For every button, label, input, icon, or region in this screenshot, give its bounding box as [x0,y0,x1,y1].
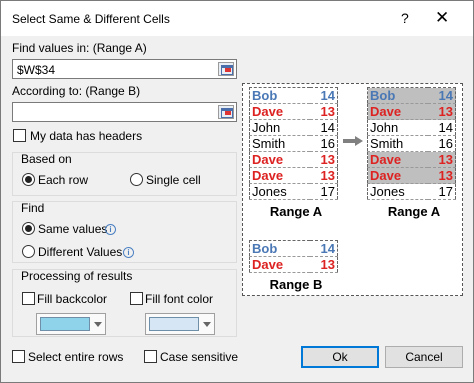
case-sensitive-checkbox[interactable] [144,350,157,363]
fill-fontcolor-checkbox[interactable] [130,292,143,305]
same-values-radio[interactable] [22,222,35,235]
number-cell: 13 [309,167,338,184]
name-cell: Smith [367,135,428,152]
range-b-caption: Range B [269,277,323,292]
based-on-title: Based on [21,152,72,166]
range-a-table: Bob 14 Dave 13 John 14 Smith 16 Dave 13 Dave 13 Jone… [249,87,338,200]
table-row: Dave 13 [367,167,456,184]
name-cell: Jones [367,183,428,200]
table-row: Jones 17 [249,183,338,200]
range-b-table: Bob 14 Dave 13 [249,240,338,273]
fill-backcolor-checkbox[interactable] [22,292,35,305]
different-values-radio[interactable] [22,245,35,258]
fill-backcolor-label: Fill backcolor [37,292,108,306]
name-cell: Jones [249,183,310,200]
number-cell: 14 [309,119,338,136]
number-cell: 13 [427,167,456,184]
range-a-caption: Range A [269,204,323,219]
table-row: Smith 16 [249,135,338,152]
table-row: Dave 13 [249,151,338,168]
single-cell-label: Single cell [146,173,201,187]
each-row-radio[interactable] [22,173,35,186]
number-cell: 13 [309,151,338,168]
name-cell: Dave [249,256,310,273]
name-cell: Dave [367,151,428,168]
table-row: Dave 13 [249,103,338,120]
preview-panel: Bob 14 Dave 13 John 14 Smith 16 Dave 13 Dave 13 Jone… [242,83,463,296]
title-bar: Select Same & Different Cells ? ✕ [0,0,474,36]
name-cell: Bob [367,87,428,104]
name-cell: Dave [249,151,310,168]
processing-title: Processing of results [21,269,133,283]
number-cell: 17 [309,183,338,200]
table-row: Dave 13 [367,103,456,120]
backcolor-swatch [40,317,90,331]
number-cell: 16 [309,135,338,152]
close-icon[interactable]: ✕ [435,8,449,28]
each-row-label: Each row [38,173,89,187]
number-cell: 17 [427,183,456,200]
result-caption: Range A [387,204,441,219]
name-cell: Dave [249,103,310,120]
same-values-label: Same values [38,222,108,236]
different-values-info-icon[interactable]: i [123,247,134,258]
number-cell: 14 [427,119,456,136]
number-cell: 14 [427,87,456,104]
range-a-select-icon[interactable] [218,62,234,76]
range-b-label: According to: (Range B) [12,84,141,98]
name-cell: Dave [367,103,428,120]
same-values-info-icon[interactable]: i [105,224,116,235]
name-cell: John [249,119,310,136]
table-row: Jones 17 [367,183,456,200]
number-cell: 14 [309,240,338,257]
ok-button[interactable]: Ok [301,346,379,368]
table-row: Smith 16 [367,135,456,152]
number-cell: 14 [309,87,338,104]
arrow-right-icon [343,136,363,146]
fontcolor-swatch [149,317,199,331]
fontcolor-picker[interactable] [145,313,215,335]
select-entire-rows-checkbox[interactable] [12,350,25,363]
fill-fontcolor-label: Fill font color [145,292,214,306]
headers-label: My data has headers [30,129,143,143]
find-title: Find [21,201,45,215]
number-cell: 16 [427,135,456,152]
name-cell: John [367,119,428,136]
help-button[interactable]: ? [401,10,409,26]
chevron-down-icon [94,322,102,327]
name-cell: Smith [249,135,310,152]
table-row: Dave 13 [249,256,338,273]
cancel-button[interactable]: Cancel [385,346,463,368]
range-a-input[interactable]: $W$34 [12,59,237,79]
select-entire-rows-label: Select entire rows [28,350,124,364]
range-b-input[interactable] [12,102,237,122]
chevron-down-icon [203,322,211,327]
result-table: Bob 14 Dave 13 John 14 Smith 16 Dave 13 Dave 13 Jone… [367,87,456,200]
table-row: Bob 14 [367,87,456,104]
name-cell: Bob [249,240,310,257]
table-row: Dave 13 [367,151,456,168]
case-sensitive-label: Case sensitive [160,350,239,364]
window-title: Select Same & Different Cells [12,12,170,26]
table-row: Bob 14 [249,87,338,104]
name-cell: Dave [249,167,310,184]
headers-checkbox[interactable] [13,129,26,142]
table-row: John 14 [249,119,338,136]
different-values-label: Different Values [38,245,123,259]
range-a-value: $W$34 [17,63,56,77]
backcolor-picker[interactable] [36,313,106,335]
number-cell: 13 [309,103,338,120]
range-a-label: Find values in: (Range A) [12,41,147,55]
number-cell: 13 [427,151,456,168]
table-row: Dave 13 [249,167,338,184]
number-cell: 13 [427,103,456,120]
name-cell: Dave [367,167,428,184]
range-b-select-icon[interactable] [218,105,234,119]
name-cell: Bob [249,87,310,104]
number-cell: 13 [309,256,338,273]
table-row: John 14 [367,119,456,136]
single-cell-radio[interactable] [130,173,143,186]
table-row: Bob 14 [249,240,338,257]
